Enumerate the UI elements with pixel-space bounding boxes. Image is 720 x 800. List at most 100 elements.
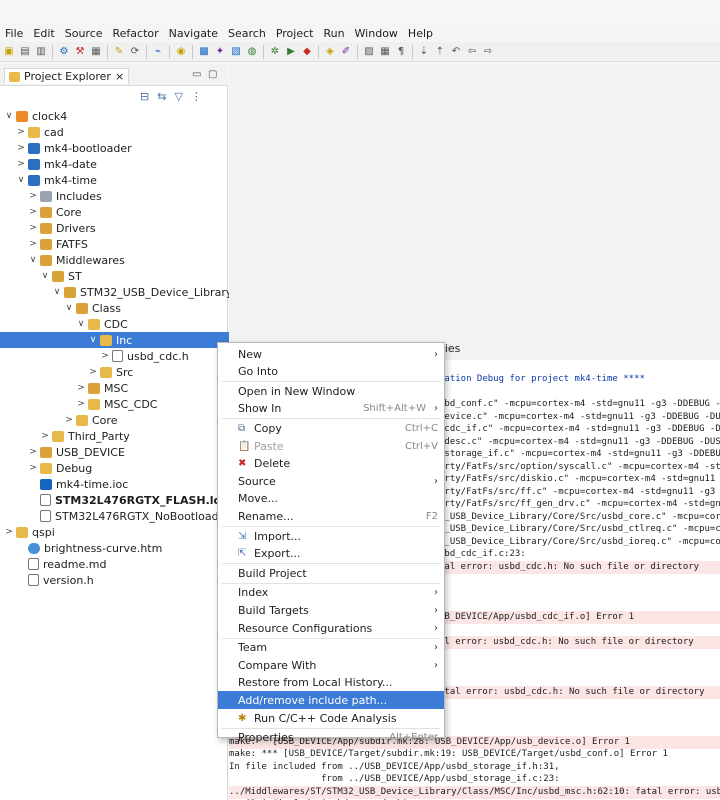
save-all-icon[interactable]: ▥: [34, 45, 48, 59]
link-with-editor-icon[interactable]: ⇆: [157, 90, 166, 103]
tree-item[interactable]: version.h: [0, 572, 94, 588]
menu-item-rename[interactable]: Rename... F2: [218, 507, 444, 525]
menu-project[interactable]: Project: [271, 27, 319, 40]
tree-item[interactable]: ∨ clock4: [0, 108, 68, 124]
tree-item[interactable]: > mk4-date: [0, 156, 97, 172]
minimize-icon[interactable]: ▭: [192, 69, 201, 80]
chevron-down-icon[interactable]: ∨: [88, 335, 98, 345]
open-task-icon[interactable]: ✐: [339, 45, 353, 59]
tree-item[interactable]: brightness-curve.htm: [0, 540, 162, 556]
menu-item-run-c-c-code-analysis[interactable]: ✱ Run C/C++ Code Analysis: [218, 709, 444, 727]
menu-item-import[interactable]: ⇲ Import...: [218, 527, 444, 545]
toggle-mark-icon[interactable]: ▨: [362, 45, 376, 59]
tree-item[interactable]: mk4-time.ioc: [0, 476, 128, 492]
forward-icon[interactable]: ⇨: [481, 45, 495, 59]
menu-item-build-project[interactable]: Build Project: [218, 564, 444, 582]
chevron-right-icon[interactable]: >: [76, 383, 86, 393]
tree-item[interactable]: > Src: [0, 364, 133, 380]
menu-item-paste[interactable]: 📋 Paste Ctrl+V: [218, 437, 444, 455]
open-type-icon[interactable]: ◈: [323, 45, 337, 59]
tree-item[interactable]: ∨ Middlewares: [0, 252, 125, 268]
paragraph-icon[interactable]: ¶: [394, 45, 408, 59]
chevron-right-icon[interactable]: >: [28, 207, 38, 217]
tree-item[interactable]: readme.md: [0, 556, 106, 572]
menu-item-add-remove-include-path[interactable]: Add/remove include path...: [218, 691, 444, 710]
chevron-down-icon[interactable]: ∨: [28, 255, 38, 265]
prev-annotation-icon[interactable]: ⇡: [433, 45, 447, 59]
menu-item-resource-configurations[interactable]: Resource Configurations ›: [218, 619, 444, 637]
build-icon[interactable]: ⚙: [57, 45, 71, 59]
menu-item-build-targets[interactable]: Build Targets ›: [218, 601, 444, 619]
chevron-right-icon[interactable]: >: [64, 415, 74, 425]
next-annotation-icon[interactable]: ⇣: [417, 45, 431, 59]
lightbulb-icon[interactable]: ◉: [174, 45, 188, 59]
tree-item[interactable]: > MSC_CDC: [0, 396, 157, 412]
menu-item-open-in-new-window[interactable]: Open in New Window: [218, 382, 444, 400]
external-tools-icon[interactable]: ◆: [300, 45, 314, 59]
save-icon[interactable]: ▤: [18, 45, 32, 59]
chevron-right-icon[interactable]: >: [100, 351, 110, 361]
show-whitespace-icon[interactable]: ▦: [378, 45, 392, 59]
chevron-right-icon[interactable]: >: [28, 239, 38, 249]
menu-search[interactable]: Search: [223, 27, 271, 40]
close-icon[interactable]: ×: [115, 70, 124, 83]
menu-item-source[interactable]: Source ›: [218, 472, 444, 490]
chevron-right-icon[interactable]: >: [76, 399, 86, 409]
menu-help[interactable]: Help: [403, 27, 438, 40]
back-icon[interactable]: ⇦: [465, 45, 479, 59]
tree-item[interactable]: > cad: [0, 124, 64, 140]
tree-item[interactable]: ∨ CDC: [0, 316, 128, 332]
tree-item[interactable]: > Drivers: [0, 220, 95, 236]
device-config-icon[interactable]: ▩: [197, 45, 211, 59]
print-icon[interactable]: ▦: [89, 45, 103, 59]
chevron-right-icon[interactable]: >: [28, 191, 38, 201]
chevron-right-icon[interactable]: >: [16, 127, 26, 137]
chevron-right-icon[interactable]: >: [16, 143, 26, 153]
tree-item[interactable]: > MSC: [0, 380, 128, 396]
last-edit-icon[interactable]: ↶: [449, 45, 463, 59]
menu-item-go-into[interactable]: Go Into: [218, 363, 444, 381]
menu-item-export[interactable]: ⇱ Export...: [218, 545, 444, 563]
tree-item[interactable]: > Core: [0, 412, 117, 428]
menu-window[interactable]: Window: [350, 27, 403, 40]
menu-edit[interactable]: Edit: [28, 27, 59, 40]
tree-item[interactable]: > usbd_cdc.h: [0, 348, 189, 364]
tab-project-explorer[interactable]: Project Explorer ×: [4, 68, 130, 84]
chevron-right-icon[interactable]: >: [88, 367, 98, 377]
collapse-all-icon[interactable]: ⊟: [140, 90, 149, 103]
menu-item-index[interactable]: Index ›: [218, 584, 444, 602]
debug-icon[interactable]: ✲: [268, 45, 282, 59]
view-menu-icon[interactable]: ⋮: [191, 90, 202, 103]
run-icon[interactable]: ▶: [284, 45, 298, 59]
menu-item-show-in[interactable]: Show In Shift+Alt+W ›: [218, 400, 444, 418]
chevron-down-icon[interactable]: ∨: [40, 271, 50, 281]
tree-item[interactable]: > USB_DEVICE: [0, 444, 125, 460]
tree-item[interactable]: ∨ mk4-time: [0, 172, 97, 188]
menu-item-compare-with[interactable]: Compare With ›: [218, 656, 444, 674]
chevron-right-icon[interactable]: >: [28, 463, 38, 473]
chevron-down-icon[interactable]: ∨: [16, 175, 26, 185]
menu-source[interactable]: Source: [60, 27, 108, 40]
chevron-right-icon[interactable]: >: [4, 527, 14, 537]
tree-item[interactable]: > qspi: [0, 524, 55, 540]
menu-item-copy[interactable]: ⧉ Copy Ctrl+C: [218, 419, 444, 437]
hammer-icon[interactable]: ⚒: [73, 45, 87, 59]
tree-item[interactable]: > Includes: [0, 188, 102, 204]
tree-item[interactable]: STM32L476RGTX_NoBootloader.ld: [0, 508, 242, 524]
menu-item-properties[interactable]: Properties Alt+Enter: [218, 729, 444, 747]
chevron-down-icon[interactable]: ∨: [76, 319, 86, 329]
filter-icon[interactable]: ▽: [174, 90, 182, 103]
chevron-down-icon[interactable]: ∨: [64, 303, 74, 313]
menu-item-restore-from-local-history[interactable]: Restore from Local History...: [218, 674, 444, 692]
tree-item[interactable]: STM32L476RGTX_FLASH.ld: [0, 492, 221, 508]
chevron-down-icon[interactable]: ∨: [4, 111, 14, 121]
maximize-icon[interactable]: ▢: [208, 69, 217, 80]
chevron-right-icon[interactable]: >: [28, 223, 38, 233]
link-icon[interactable]: ⌁: [151, 45, 165, 59]
code-gen-icon[interactable]: ✦: [213, 45, 227, 59]
chevron-right-icon[interactable]: >: [16, 159, 26, 169]
chevron-right-icon[interactable]: >: [28, 447, 38, 457]
menu-item-move[interactable]: Move...: [218, 490, 444, 508]
debug-settings-icon[interactable]: ◍: [245, 45, 259, 59]
tree-item[interactable]: ∨ ST: [0, 268, 82, 284]
